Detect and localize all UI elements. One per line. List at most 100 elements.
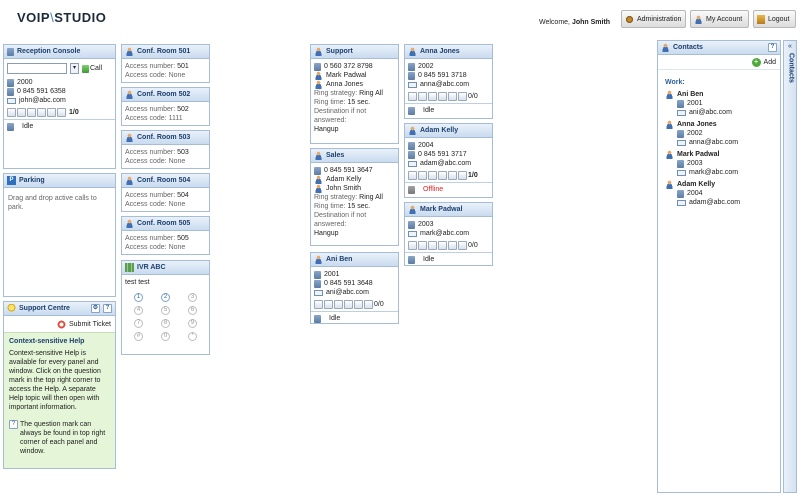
conf-room-504-header[interactable]: Conf. Room 504: [122, 174, 209, 188]
forward-icon[interactable]: [334, 299, 343, 309]
mail-action-icon[interactable]: [458, 240, 467, 250]
transfer-icon[interactable]: [408, 240, 417, 250]
voicemail-icon[interactable]: [448, 240, 457, 250]
email-row: john@abc.com: [7, 96, 112, 105]
administration-icon: [625, 14, 634, 24]
mail-action-icon[interactable]: [57, 107, 66, 117]
contact-item[interactable]: Adam Kelly 2004 adam@abc.com: [665, 180, 773, 207]
help-icon[interactable]: ?: [103, 304, 112, 313]
support-centre-panel: Support Centre ⚙ ? Submit Ticket Context…: [3, 301, 116, 469]
contacts-header[interactable]: Contacts?: [658, 41, 780, 55]
transfer-icon[interactable]: [7, 107, 16, 117]
keypad-key[interactable]: 4: [134, 306, 143, 315]
keypad-key[interactable]: 9: [188, 319, 197, 328]
mail-action-icon[interactable]: [364, 299, 373, 309]
conference-icon[interactable]: [37, 107, 46, 117]
user-panel-header[interactable]: Adam Kelly: [405, 124, 492, 138]
user-panel-header[interactable]: Anna Jones: [405, 45, 492, 59]
transfer-icon[interactable]: [314, 299, 323, 309]
conf-room-503-header[interactable]: Conf. Room 503: [122, 131, 209, 145]
chat-icon[interactable]: [418, 170, 427, 180]
contacts-side-tab[interactable]: « Contacts: [783, 40, 797, 493]
help-icon[interactable]: ?: [768, 43, 777, 52]
email-icon: [314, 289, 323, 296]
keypad-key[interactable]: 6: [188, 306, 197, 315]
keypad-key[interactable]: 5: [161, 306, 170, 315]
sales-queue-header[interactable]: Sales: [311, 149, 398, 163]
support-centre-header[interactable]: Support Centre ⚙ ?: [4, 302, 115, 316]
parking-panel: P Parking Drag and drop active calls to p…: [3, 173, 116, 297]
keypad-key[interactable]: #: [134, 332, 143, 341]
keypad-key[interactable]: 0: [161, 332, 170, 341]
logout-button[interactable]: Logout: [753, 10, 796, 28]
reception-console-panel: Reception Console ▾ Call 2000 0 845 591 …: [3, 44, 116, 169]
add-contact-button[interactable]: Add: [764, 59, 776, 66]
keypad-key[interactable]: 1: [134, 293, 143, 302]
my-account-button[interactable]: My Account: [690, 10, 749, 28]
chat-icon[interactable]: [418, 240, 427, 250]
user-icon: [665, 180, 674, 189]
forward-icon[interactable]: [27, 107, 36, 117]
voicemail-icon[interactable]: [354, 299, 363, 309]
contact-item[interactable]: Mark Padwal 2003 mark@abc.com: [665, 150, 773, 177]
parking-icon: P: [7, 176, 16, 185]
administration-button[interactable]: Administration: [621, 10, 686, 28]
contact-item[interactable]: Ani Ben 2001 ani@abc.com: [665, 90, 773, 117]
forward-icon[interactable]: [428, 240, 437, 250]
help-note: The question mark can always be found in…: [20, 421, 106, 455]
conference-icon[interactable]: [438, 91, 447, 101]
voicemail-icon[interactable]: [448, 170, 457, 180]
call-counter: 0/0: [374, 300, 384, 308]
call-counter: 1/0: [69, 108, 79, 116]
ivr-header[interactable]: IVR ABC: [122, 261, 209, 275]
forward-icon[interactable]: [428, 170, 437, 180]
user-panel-header[interactable]: Mark Padwal: [405, 203, 492, 217]
support-queue-header[interactable]: Support: [311, 45, 398, 59]
call-button[interactable]: Call: [82, 64, 102, 73]
keypad-key[interactable]: 2: [161, 293, 170, 302]
email-icon: [7, 97, 16, 104]
parking-text: Drag and drop active calls to park.: [8, 195, 97, 211]
keypad-key[interactable]: 7: [134, 319, 143, 328]
collapse-chevron-icon[interactable]: «: [784, 43, 796, 50]
forward-icon[interactable]: [428, 91, 437, 101]
dial-input[interactable]: [7, 63, 67, 74]
reception-console-header[interactable]: Reception Console: [4, 45, 115, 59]
conf-room-501-header[interactable]: Conf. Room 501: [122, 45, 209, 59]
conference-icon[interactable]: [344, 299, 353, 309]
submit-ticket-link[interactable]: Submit Ticket: [69, 321, 111, 328]
chat-icon[interactable]: [418, 91, 427, 101]
conf-room-502-panel: Conf. Room 502 Access number: 502 Access …: [121, 87, 210, 126]
email-icon: [677, 199, 686, 206]
conf-room-501-panel: Conf. Room 501 Access number: 501 Access …: [121, 44, 210, 83]
keypad-key[interactable]: 3: [188, 293, 197, 302]
contacts-side-label: Contacts: [787, 53, 795, 83]
conference-icon[interactable]: [438, 170, 447, 180]
transfer-icon[interactable]: [408, 91, 417, 101]
voicemail-icon[interactable]: [448, 91, 457, 101]
status-phone-icon: [314, 314, 321, 323]
keypad-key[interactable]: 8: [161, 319, 170, 328]
user-panel-ani-ben: Ani Ben 2001 0 845 591 3648 ani@abc.com …: [310, 252, 399, 324]
conf-room-505-header[interactable]: Conf. Room 505: [122, 217, 209, 231]
keypad-key[interactable]: *: [188, 332, 197, 341]
mail-action-icon[interactable]: [458, 91, 467, 101]
user-icon: [314, 71, 323, 80]
user-icon: [314, 80, 323, 89]
conference-icon[interactable]: [438, 240, 447, 250]
chat-icon[interactable]: [324, 299, 333, 309]
conf-room-502-header[interactable]: Conf. Room 502: [122, 88, 209, 102]
email-icon: [408, 230, 417, 237]
chat-icon[interactable]: [17, 107, 26, 117]
transfer-icon[interactable]: [408, 170, 417, 180]
user-panel-header[interactable]: Ani Ben: [311, 253, 398, 267]
settings-icon[interactable]: ⚙: [91, 304, 100, 313]
mail-action-icon[interactable]: [458, 170, 467, 180]
parking-header[interactable]: P Parking: [4, 174, 115, 188]
user-panel-adam-kelly: Adam Kelly 2004 0 845 591 3717 adam@abc.…: [404, 123, 493, 198]
phone-icon: [408, 71, 415, 80]
support-queue-panel: Support 0 560 372 8798 Mark Padwal Anna …: [310, 44, 399, 144]
dial-dropdown-button[interactable]: ▾: [70, 63, 79, 74]
voicemail-icon[interactable]: [47, 107, 56, 117]
contact-item[interactable]: Anna Jones 2002 anna@abc.com: [665, 120, 773, 147]
